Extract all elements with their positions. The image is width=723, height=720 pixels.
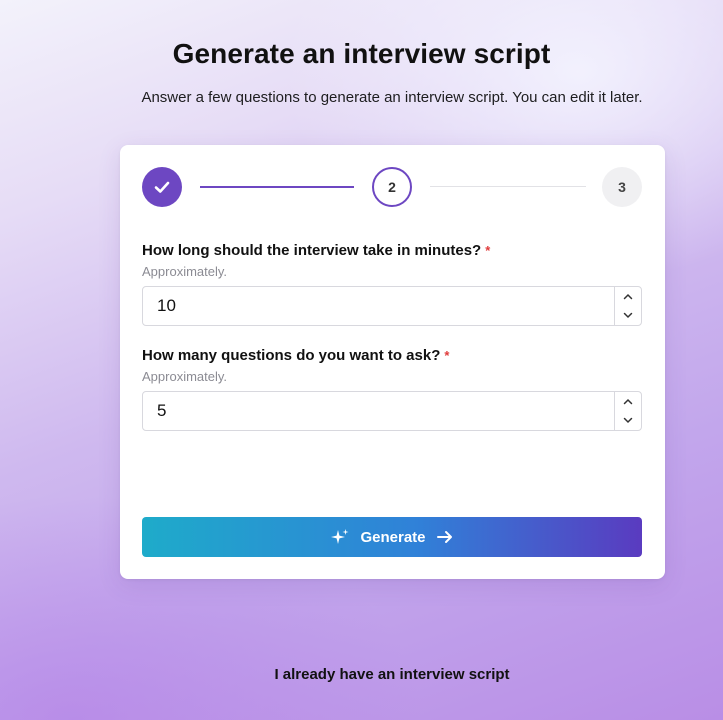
questions-input[interactable]: 5 [142, 391, 642, 431]
questions-decrement-button[interactable] [615, 411, 641, 430]
step-connector-2 [430, 186, 586, 187]
check-icon [154, 181, 170, 193]
generate-button[interactable]: Generate [142, 517, 642, 557]
arrow-right-icon [436, 531, 452, 543]
chevron-down-icon [623, 417, 633, 424]
duration-label: How long should the interview take in mi… [142, 242, 490, 259]
step-2-current[interactable]: 2 [372, 167, 412, 207]
existing-script-link[interactable]: I already have an interview script [0, 666, 723, 683]
sparkles-icon [331, 529, 349, 544]
step-1-completed[interactable] [142, 167, 182, 207]
chevron-up-icon [623, 398, 633, 405]
questions-stepper[interactable] [614, 392, 641, 430]
questions-increment-button[interactable] [615, 392, 641, 411]
required-mark: * [485, 243, 491, 258]
duration-input[interactable]: 10 [142, 286, 642, 326]
chevron-down-icon [623, 312, 633, 319]
required-mark: * [444, 348, 450, 363]
generate-button-label: Generate [360, 528, 426, 546]
chevron-up-icon [623, 293, 633, 300]
questions-label-text: How many questions do you want to ask? [142, 347, 441, 364]
wizard-card: 2 3 How long should the interview take i… [120, 145, 665, 579]
questions-label: How many questions do you want to ask? * [142, 347, 449, 364]
step-3-upcoming[interactable]: 3 [602, 167, 642, 207]
duration-decrement-button[interactable] [615, 306, 641, 325]
duration-hint: Approximately. [142, 264, 228, 279]
page-subtitle: Answer a few questions to generate an in… [141, 89, 643, 106]
duration-label-text: How long should the interview take in mi… [142, 242, 482, 259]
page-title: Generate an interview script [172, 38, 551, 69]
step-connector-1 [200, 186, 354, 188]
questions-input-value[interactable]: 5 [143, 392, 614, 430]
duration-increment-button[interactable] [615, 287, 641, 306]
questions-hint: Approximately. [142, 369, 228, 384]
duration-input-value[interactable]: 10 [143, 287, 614, 325]
duration-stepper[interactable] [614, 287, 641, 325]
